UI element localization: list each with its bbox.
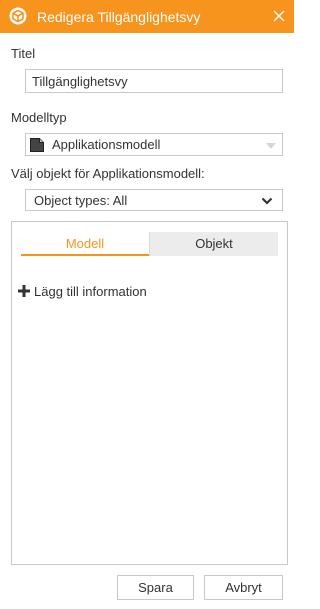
close-icon[interactable] — [271, 8, 287, 24]
dialog-title-bar: Redigera Tillgänglighetsvy — [0, 0, 294, 33]
tab-objekt[interactable]: Objekt — [149, 232, 278, 256]
add-information-label: Lägg till information — [34, 284, 147, 299]
model-icon — [30, 138, 44, 152]
select-objects-label: Välj objekt för Applikationsmodell: — [11, 166, 205, 181]
model-type-select[interactable]: Applikationsmodell — [25, 133, 283, 156]
model-type-label: Modelltyp — [11, 110, 67, 125]
box-icon — [9, 7, 27, 25]
object-types-dropdown[interactable]: Object types: All — [25, 189, 283, 211]
chevron-down-icon — [261, 197, 273, 205]
save-button[interactable]: Spara — [117, 575, 194, 600]
object-types-value: Object types: All — [34, 193, 128, 208]
chevron-down-icon — [266, 143, 276, 149]
title-input[interactable] — [25, 69, 283, 93]
tab-bar: Modell Objekt — [21, 232, 278, 256]
dialog-title: Redigera Tillgänglighetsvy — [37, 9, 201, 25]
model-type-value: Applikationsmodell — [52, 137, 161, 152]
title-label: Titel — [11, 46, 36, 61]
plus-icon — [18, 285, 30, 297]
cancel-button[interactable]: Avbryt — [204, 575, 283, 600]
tab-modell[interactable]: Modell — [21, 232, 149, 256]
content-panel: Modell Objekt Lägg till information — [11, 221, 288, 565]
